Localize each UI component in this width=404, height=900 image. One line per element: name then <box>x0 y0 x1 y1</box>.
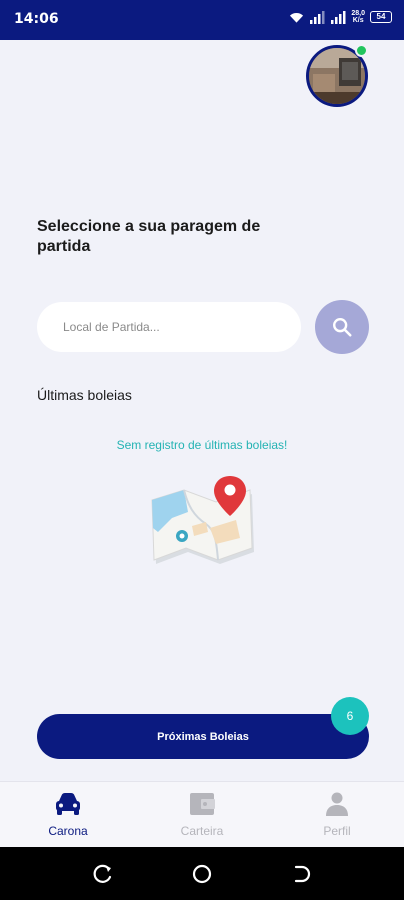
recent-apps-icon[interactable] <box>92 863 114 885</box>
map-pin-illustration <box>148 472 258 573</box>
nav-label-perfil: Perfil <box>323 824 351 838</box>
page-title: Seleccione a sua paragem de partida <box>37 218 261 255</box>
battery-icon: 54 <box>370 11 392 23</box>
search-button[interactable] <box>315 300 369 354</box>
empty-state-message: Sem registro de últimas boleias! <box>116 438 288 452</box>
person-icon <box>326 792 348 816</box>
search-input[interactable] <box>37 302 301 352</box>
search-icon <box>333 318 352 337</box>
wifi-icon <box>290 12 304 23</box>
nav-label-carteira: Carteira <box>180 824 224 838</box>
nav-item-carteira[interactable]: Carteira <box>162 792 242 838</box>
status-bar: 14:06 28,0 K/s 54 <box>0 0 404 40</box>
network-speed: 28,0 K/s <box>351 10 365 24</box>
back-icon[interactable] <box>290 863 312 885</box>
nav-item-carona[interactable]: Carona <box>28 792 108 838</box>
next-rides-count-badge: 6 <box>331 697 369 735</box>
next-rides-label: Próximas Boleias <box>157 730 249 743</box>
status-time: 14:06 <box>14 11 59 27</box>
signal-icon <box>331 10 346 24</box>
online-status-dot <box>355 44 368 57</box>
home-icon[interactable] <box>191 863 213 885</box>
recent-rides-title: Últimas boleias <box>37 387 132 403</box>
bottom-navigation: Carona Carteira Perfil <box>0 781 404 847</box>
car-icon <box>56 793 80 815</box>
next-rides-button[interactable]: Próximas Boleias <box>37 714 369 759</box>
nav-label-carona: Carona <box>48 824 88 838</box>
nav-item-perfil[interactable]: Perfil <box>297 792 377 838</box>
status-icons: 28,0 K/s 54 <box>289 10 392 24</box>
signal-icon <box>310 10 325 24</box>
wallet-icon <box>190 793 215 815</box>
system-navigation-bar <box>0 847 404 900</box>
user-photo <box>309 48 365 104</box>
